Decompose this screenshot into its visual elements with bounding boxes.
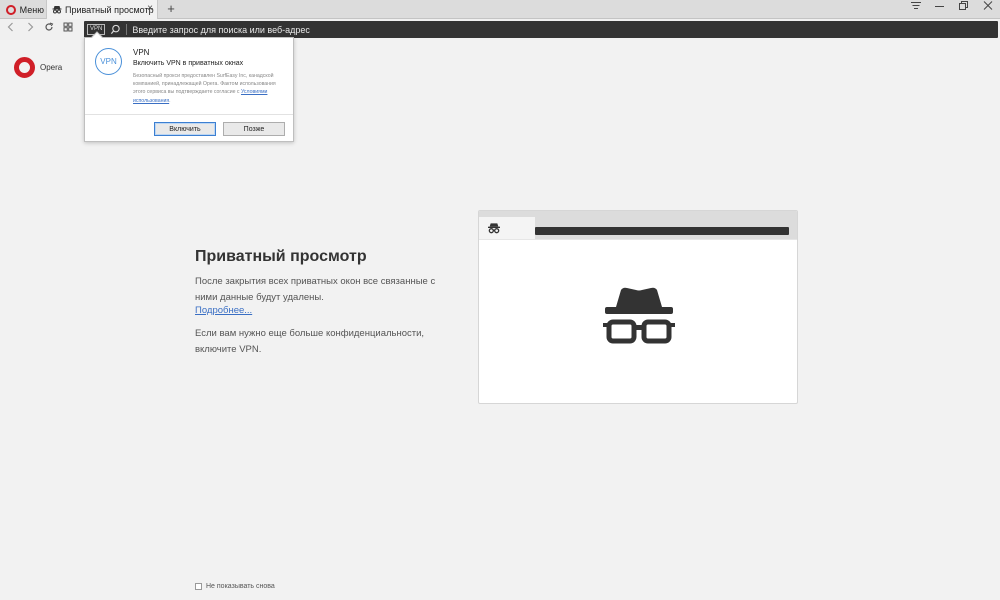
- popup-description: Безопасный прокси предоставлен SurfEasy …: [133, 72, 289, 105]
- restore-icon[interactable]: [956, 1, 972, 13]
- opera-menu-button[interactable]: Меню: [0, 0, 44, 19]
- address-input[interactable]: Введите запрос для поиска или веб-адрес: [132, 25, 310, 35]
- opera-brand: Opera: [14, 57, 62, 78]
- terms-suffix: .: [169, 97, 171, 104]
- popup-divider: [85, 114, 293, 115]
- speed-dial-grid-icon[interactable]: [61, 22, 75, 36]
- tab-title: Приватный просмотр: [65, 4, 154, 15]
- private-mode-icon: [52, 6, 62, 14]
- later-button[interactable]: Позже: [223, 122, 285, 136]
- private-mode-icon: [488, 223, 500, 234]
- tab-menu-icon[interactable]: [908, 1, 924, 13]
- opera-logo-text: Opera: [40, 63, 63, 72]
- more-info-link[interactable]: Подробнее...: [195, 305, 252, 316]
- illustration-tab: [479, 217, 535, 239]
- enable-vpn-button[interactable]: Включить: [154, 122, 216, 136]
- private-window-illustration: [478, 210, 798, 404]
- dont-show-again[interactable]: Не показывать снова: [195, 583, 275, 590]
- new-tab-button[interactable]: +: [164, 1, 178, 16]
- reload-icon[interactable]: [42, 22, 56, 36]
- close-window-icon[interactable]: [980, 1, 996, 13]
- tab-close-icon[interactable]: ×: [147, 3, 153, 14]
- dont-show-checkbox[interactable]: [195, 583, 202, 590]
- opera-logo-icon: [6, 4, 16, 15]
- vpn-hint-text: Если вам нужно еще больше конфиденциальн…: [195, 328, 425, 355]
- address-bar[interactable]: VPN Введите запрос для поиска или веб-ад…: [84, 21, 998, 38]
- forward-icon[interactable]: [23, 22, 37, 36]
- popup-title: VPN: [133, 48, 150, 57]
- incognito-spy-icon: [603, 287, 675, 344]
- menu-label: Меню: [19, 4, 44, 15]
- opera-logo-icon: [14, 57, 35, 78]
- private-info-text: После закрытия всех приватных окон все с…: [195, 276, 436, 303]
- back-icon[interactable]: [4, 22, 18, 36]
- illustration-address-bar: [535, 227, 789, 235]
- tab-private-browsing[interactable]: Приватный просмотр ×: [46, 0, 158, 19]
- search-icon: [111, 24, 121, 35]
- page-title: Приватный просмотр: [195, 248, 367, 265]
- dont-show-label: Не показывать снова: [206, 583, 275, 590]
- vpn-icon: VPN: [95, 48, 122, 75]
- minimize-icon[interactable]: [932, 1, 948, 13]
- vpn-popup: VPN VPN Включить VPN в приватных окнах Б…: [84, 31, 294, 142]
- address-separator: [126, 24, 128, 35]
- title-bar: Меню Приватный просмотр × +: [0, 0, 1000, 19]
- illustration-divider: [479, 239, 797, 240]
- popup-subtitle: Включить VPN в приватных окнах: [133, 60, 244, 67]
